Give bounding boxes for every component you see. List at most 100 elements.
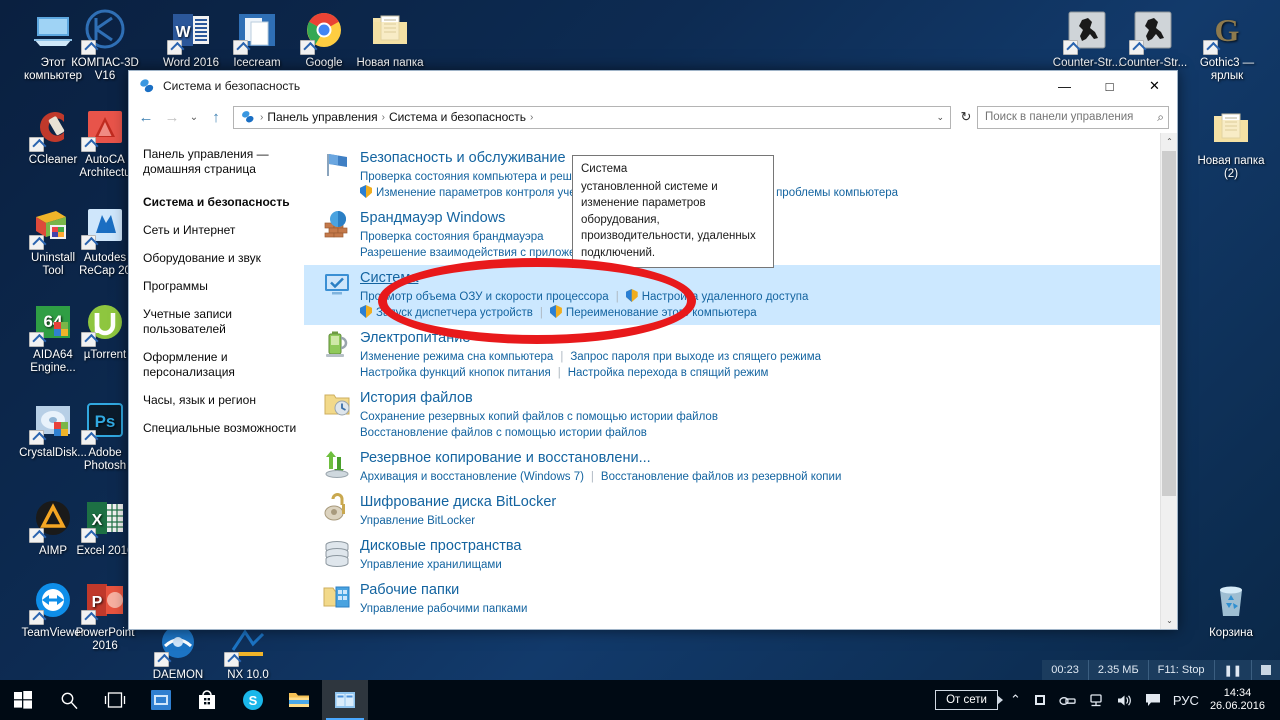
google-chrome-icon: [300, 8, 347, 55]
icecream-icon: [233, 8, 280, 55]
category-title-power-options[interactable]: Электропитание: [360, 329, 470, 348]
sidebar-item-network-and-internet[interactable]: Сеть и Интернет: [143, 223, 304, 238]
address-dropdown-icon[interactable]: ⌄: [930, 112, 950, 123]
category-link[interactable]: Запрос пароля при выходе из спящего режи…: [570, 349, 821, 365]
control-panel-window: Система и безопасность — □ ✕ ← → ⌄ ↑ › П…: [128, 70, 1178, 630]
link-separator: |: [590, 471, 594, 483]
category-title-storage-spaces[interactable]: Дисковые пространства: [360, 537, 521, 556]
forward-button[interactable]: →: [159, 104, 185, 130]
category-link[interactable]: Запуск диспетчера устройств: [360, 305, 533, 321]
category-link[interactable]: Архивация и восстановление (Windows 7): [360, 469, 584, 485]
address-bar[interactable]: › Панель управления › Система и безопасн…: [233, 105, 951, 129]
tray-app-icon[interactable]: [1027, 680, 1053, 720]
breadcrumb-item-0[interactable]: Панель управления: [264, 110, 380, 124]
taskbar-clock[interactable]: 14:34 26.06.2016: [1205, 687, 1274, 713]
action-center-icon[interactable]: [1139, 680, 1167, 720]
desktop-icon-label: Корзина: [1209, 627, 1253, 639]
category-link[interactable]: Сохранение резервных копий файлов с помо…: [360, 409, 718, 425]
volume-icon[interactable]: [1110, 680, 1139, 720]
sidebar-item-ease-of-access[interactable]: Специальные возможности: [143, 421, 304, 436]
category-link[interactable]: Управление рабочими папками: [360, 601, 527, 617]
category-title-windows-firewall[interactable]: Брандмауэр Windows: [360, 209, 505, 228]
category-link[interactable]: Просмотр объема ОЗУ и скорости процессор…: [360, 289, 609, 305]
category-link-row: Просмотр объема ОЗУ и скорости процессор…: [360, 289, 1167, 305]
category-title-work-folders[interactable]: Рабочие папки: [360, 581, 459, 600]
recent-locations-button[interactable]: ⌄: [185, 104, 203, 130]
taskbar-app-file-explorer[interactable]: [276, 680, 322, 720]
language-indicator[interactable]: РУС: [1167, 680, 1205, 720]
window-controls: — □ ✕: [1042, 71, 1177, 101]
sidebar-item-user-accounts[interactable]: Учетные записи пользователей: [143, 307, 304, 337]
shortcut-overlay-icon: [81, 235, 96, 250]
shortcut-overlay-icon: [81, 40, 96, 55]
category-system: Система Просмотр объема ОЗУ и скорости пр…: [304, 265, 1177, 325]
bitlocker-icon: [322, 493, 352, 523]
sidebar-item-home[interactable]: Панель управления — домашняя страница: [143, 147, 304, 177]
category-title-system[interactable]: Система: [360, 269, 418, 288]
category-title-backup-and-restore[interactable]: Резервное копирование и восстановлени...: [360, 449, 651, 468]
show-hidden-icons-button[interactable]: ⌃: [1004, 680, 1027, 720]
category-link[interactable]: Восстановление файлов с помощью истории …: [360, 425, 647, 441]
desktop-icon-new-folder-2[interactable]: Новая папка (2): [1188, 106, 1274, 180]
sidebar-item-system-and-security[interactable]: Система и безопасность: [143, 195, 304, 210]
search-input[interactable]: [985, 111, 1158, 123]
category-title-file-history[interactable]: История файлов: [360, 389, 473, 408]
back-button[interactable]: ←: [133, 104, 159, 130]
taskbar-app-microsoft-store[interactable]: [184, 680, 230, 720]
shortcut-overlay-icon: [29, 137, 44, 152]
network-icon[interactable]: [1082, 680, 1110, 720]
category-text: Система Просмотр объема ОЗУ и скорости пр…: [360, 269, 1167, 321]
minimize-button[interactable]: —: [1042, 71, 1087, 101]
category-link[interactable]: Переименование этого компьютера: [550, 305, 757, 321]
close-button[interactable]: ✕: [1132, 71, 1177, 101]
scroll-up-button[interactable]: ⌃: [1161, 133, 1177, 150]
utorrent-icon: [81, 300, 128, 347]
up-button[interactable]: ↑: [203, 104, 229, 130]
taskbar-app-control-panel[interactable]: [322, 680, 368, 720]
recorder-stop-button[interactable]: [1251, 660, 1280, 680]
maximize-button[interactable]: □: [1087, 71, 1132, 101]
desktop-icon-new-folder[interactable]: Новая папка: [347, 8, 433, 70]
category-link[interactable]: Восстановление файлов из резервной копии: [601, 469, 841, 485]
taskbar-app-media-player[interactable]: [138, 680, 184, 720]
tooltip-title: Система: [581, 163, 628, 175]
desktop-icon-recycle-bin[interactable]: Корзина: [1188, 578, 1274, 640]
shortcut-overlay-icon: [81, 430, 96, 445]
breadcrumb-item-1[interactable]: Система и безопасность: [386, 110, 529, 124]
device-icon[interactable]: [1053, 680, 1082, 720]
windows-firewall-icon: [322, 209, 352, 239]
category-link-row: Архивация и восстановление (Windows 7) | В…: [360, 469, 1167, 485]
vertical-scrollbar[interactable]: ⌃ ⌄: [1160, 133, 1177, 629]
svg-text:P: P: [92, 594, 103, 611]
taskbar: S От сети ⌃ РУС 14:34 26.06.2016: [0, 680, 1280, 720]
new-folder-2-icon: [1208, 106, 1254, 152]
recorder-pause-button[interactable]: ❚❚: [1213, 660, 1251, 680]
taskbar-app-skype[interactable]: S: [230, 680, 276, 720]
search-box[interactable]: ⌕: [977, 105, 1169, 129]
scroll-down-button[interactable]: ⌄: [1161, 612, 1177, 629]
scrollbar-thumb[interactable]: [1162, 151, 1176, 496]
sidebar-item-hardware-and-sound[interactable]: Оборудование и звук: [143, 251, 304, 266]
category-link[interactable]: Управление хранилищами: [360, 557, 502, 573]
sidebar-item-clock-and-region[interactable]: Часы, язык и регион: [143, 393, 304, 408]
category-title-security-and-maintenance[interactable]: Безопасность и обслуживание: [360, 149, 566, 168]
shortcut-overlay-icon: [154, 652, 169, 667]
category-link[interactable]: Изменение режима сна компьютера: [360, 349, 553, 365]
category-title-bitlocker[interactable]: Шифрование диска BitLocker: [360, 493, 556, 512]
power-options-icon: [322, 329, 352, 359]
category-link[interactable]: Настройка удаленного доступа: [626, 289, 809, 305]
start-button[interactable]: [0, 680, 46, 720]
clock-date: 26.06.2016: [1209, 700, 1265, 712]
refresh-button[interactable]: ↻: [955, 109, 977, 125]
sidebar-item-appearance[interactable]: Оформление и персонализация: [143, 350, 304, 380]
sidebar-item-programs[interactable]: Программы: [143, 279, 304, 294]
taskbar-search-button[interactable]: [46, 680, 92, 720]
category-link[interactable]: Настройка функций кнопок питания: [360, 365, 551, 381]
shortcut-overlay-icon: [81, 610, 96, 625]
category-link[interactable]: Управление BitLocker: [360, 513, 475, 529]
task-view-button[interactable]: [92, 680, 138, 720]
work-folders-icon: [322, 581, 352, 611]
category-link[interactable]: Настройка перехода в спящий режим: [568, 365, 769, 381]
category-link[interactable]: Проверка состояния брандмауэра: [360, 229, 544, 245]
desktop-icon-gothic3-shortcut[interactable]: G Gothic3 — ярлык: [1184, 8, 1270, 82]
